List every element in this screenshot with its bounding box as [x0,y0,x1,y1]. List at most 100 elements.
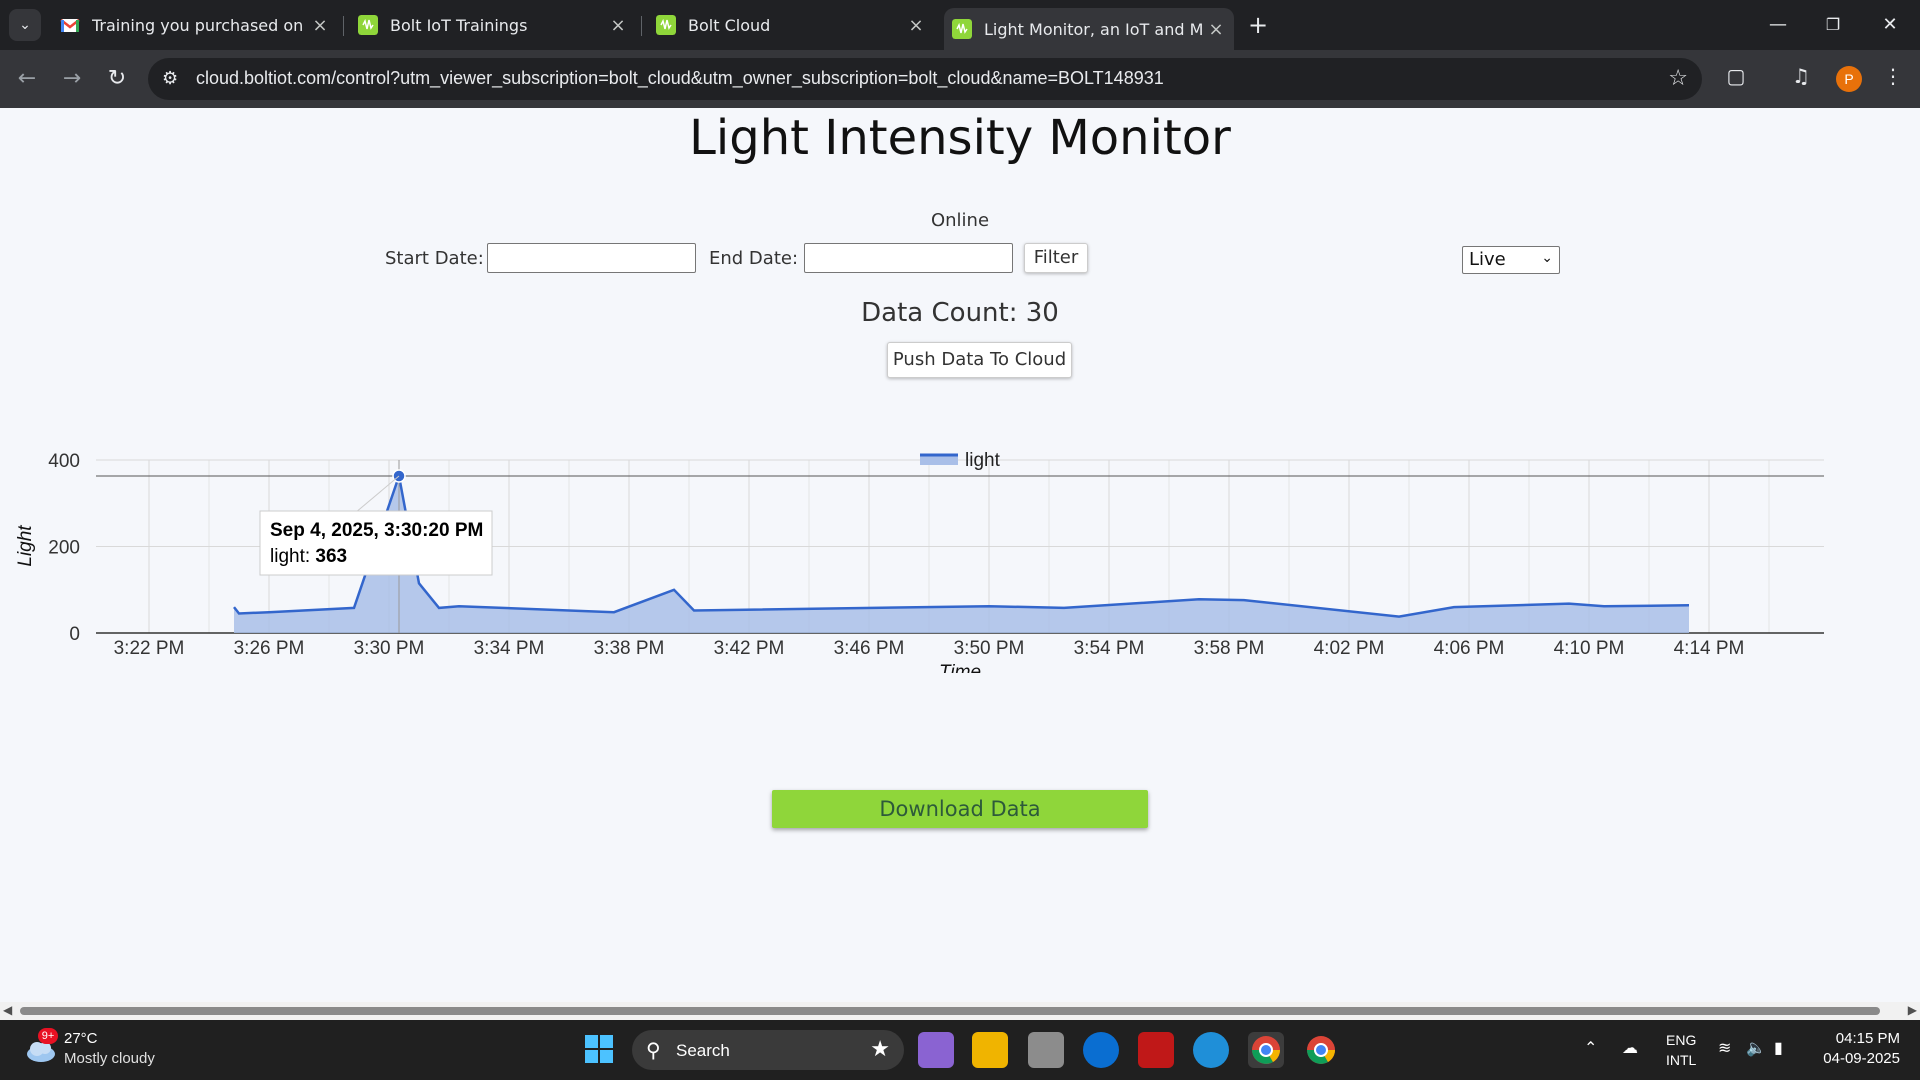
start-date-input[interactable] [487,243,696,273]
browser-toolbar: ← → ↻ ⚙ cloud.boltiot.com/control?utm_vi… [0,50,1920,108]
x-tick-label: 4:10 PM [1554,638,1625,659]
gmail-icon [60,19,80,32]
data-count: Data Count: 30 [861,298,1059,328]
legend-label: light [965,450,1001,471]
page-viewport: Light Intensity Monitor Online Start Dat… [0,108,1920,1002]
x-tick-label: 3:46 PM [834,638,905,659]
page-title: Light Intensity Monitor [689,110,1231,166]
tab-bolt-cloud[interactable]: Bolt Cloud × [648,8,934,42]
volume-icon[interactable]: 🔈 [1746,1038,1766,1058]
file-explorer-icon[interactable] [972,1032,1008,1068]
restore-button[interactable]: ❐ [1813,10,1853,40]
x-tick-label: 3:30 PM [354,638,425,659]
tab-light-monitor[interactable]: Light Monitor, an IoT and ML p × [944,8,1234,50]
site-info-icon[interactable]: ⚙ [162,68,178,89]
filter-button[interactable]: Filter [1024,243,1088,273]
address-bar[interactable]: ⚙ cloud.boltiot.com/control?utm_viewer_s… [148,58,1702,100]
close-icon[interactable]: × [1204,19,1228,40]
minimize-button[interactable]: — [1758,10,1798,40]
chevron-down-icon: ⌄ [1541,250,1553,266]
lang-bottom[interactable]: INTL [1666,1052,1696,1068]
x-tick-label: 4:02 PM [1314,638,1385,659]
extensions-icon[interactable]: ▢ [1721,64,1751,88]
tooltip-value: 363 [315,546,347,567]
bolt-icon [656,15,676,35]
dell-icon[interactable] [1083,1032,1119,1068]
download-data-button[interactable]: Download Data [772,790,1148,828]
mcafee-icon[interactable] [1138,1032,1174,1068]
tooltip-title: Sep 4, 2025, 3:30:20 PM [270,520,483,541]
end-date-label: End Date: [709,248,799,269]
x-tick-label: 3:22 PM [114,638,185,659]
x-tick-label: 4:06 PM [1434,638,1505,659]
chevron-up-icon[interactable]: ⌃ [1584,1038,1597,1058]
y-axis-title: Light [15,525,36,567]
new-tab-button[interactable]: + [1243,11,1273,39]
light-chart: 0 200 400 3:22 PM 3:26 PM 3:30 PM 3:34 PM 3:38 … [15,450,1824,673]
x-tick-label: 3:42 PM [714,638,785,659]
tab-title: Light Monitor, an IoT and ML p [984,19,1204,39]
back-icon[interactable]: ← [12,64,42,94]
y-tick-label: 0 [69,624,80,645]
clock[interactable]: 04:15 PM 04-09-2025 [1810,1030,1900,1067]
mode-select-value: Live [1469,249,1506,270]
taskbar-search[interactable]: ⚲ Search ★ [632,1030,904,1070]
search-highlight-icon: ★ [870,1036,890,1061]
x-tick-label: 4:14 PM [1674,638,1745,659]
device-status: Online [930,210,990,231]
x-axis-title: Time [939,662,981,673]
tab-gmail[interactable]: Training you purchased on shop × [52,8,338,42]
profile-avatar[interactable]: P [1836,66,1862,92]
temperature[interactable]: 27°C [64,1030,98,1047]
close-icon[interactable]: × [308,15,332,36]
tab-title: Training you purchased on shop [92,15,308,35]
wifi-icon[interactable]: ≋ [1718,1038,1731,1058]
chrome-icon-active[interactable] [1248,1032,1284,1068]
chrome-icon [1307,1036,1335,1064]
close-icon[interactable]: × [606,15,630,36]
app-icon-1[interactable] [918,1032,954,1068]
tab-title: Bolt IoT Trainings [390,15,528,35]
scroll-right-icon[interactable]: ▶ [1908,1003,1917,1017]
menu-icon[interactable]: ⋮ [1878,64,1908,88]
chrome-icon [1252,1036,1280,1064]
scrollbar-thumb[interactable] [20,1007,1880,1015]
search-icon: ⚲ [646,1040,661,1062]
battery-icon[interactable]: ▮ [1774,1038,1783,1058]
tab-title: Bolt Cloud [688,15,771,35]
x-tick-label: 3:34 PM [474,638,545,659]
search-label: Search [676,1041,730,1060]
close-window-button[interactable]: ✕ [1870,10,1910,40]
media-controls-icon[interactable]: ♫ [1786,64,1816,88]
horizontal-scrollbar[interactable]: ◀ ▶ [0,1002,1920,1020]
weather-condition[interactable]: Mostly cloudy [64,1050,155,1067]
lang-top[interactable]: ENG [1666,1032,1696,1048]
y-tick-label: 200 [48,538,80,559]
y-tick-label: 400 [48,451,80,472]
chrome-icon-2[interactable] [1303,1032,1339,1068]
bookmark-star-icon[interactable]: ☆ [1668,66,1688,91]
x-tick-label: 3:26 PM [234,638,305,659]
scroll-left-icon[interactable]: ◀ [3,1003,12,1017]
clock-time: 04:15 PM [1835,1030,1900,1047]
start-date-label: Start Date: [385,248,484,269]
tab-bolt-iot-trainings[interactable]: Bolt IoT Trainings × [350,8,636,42]
mode-select[interactable]: Live ⌄ [1462,246,1560,274]
windows-start-icon[interactable] [584,1034,614,1064]
end-date-input[interactable] [804,243,1013,273]
close-icon[interactable]: × [904,15,928,36]
reload-icon[interactable]: ↻ [102,64,132,94]
tab-separator [343,16,344,36]
tooltip-series-label: light: 363 [270,546,347,567]
browser-tab-bar: ⌄ Training you purchased on shop × Bolt … [0,0,1920,50]
edge-icon[interactable] [1193,1032,1229,1068]
x-tick-label: 3:58 PM [1194,638,1265,659]
x-tick-label: 3:38 PM [594,638,665,659]
push-data-button[interactable]: Push Data To Cloud [887,342,1072,378]
tab-separator [641,16,642,36]
weather-badge: 9+ [38,1028,58,1044]
tab-search-button[interactable]: ⌄ [9,9,41,41]
app-icon-gray[interactable] [1028,1032,1064,1068]
onedrive-icon[interactable]: ☁ [1622,1038,1638,1058]
forward-icon[interactable]: → [57,64,87,94]
